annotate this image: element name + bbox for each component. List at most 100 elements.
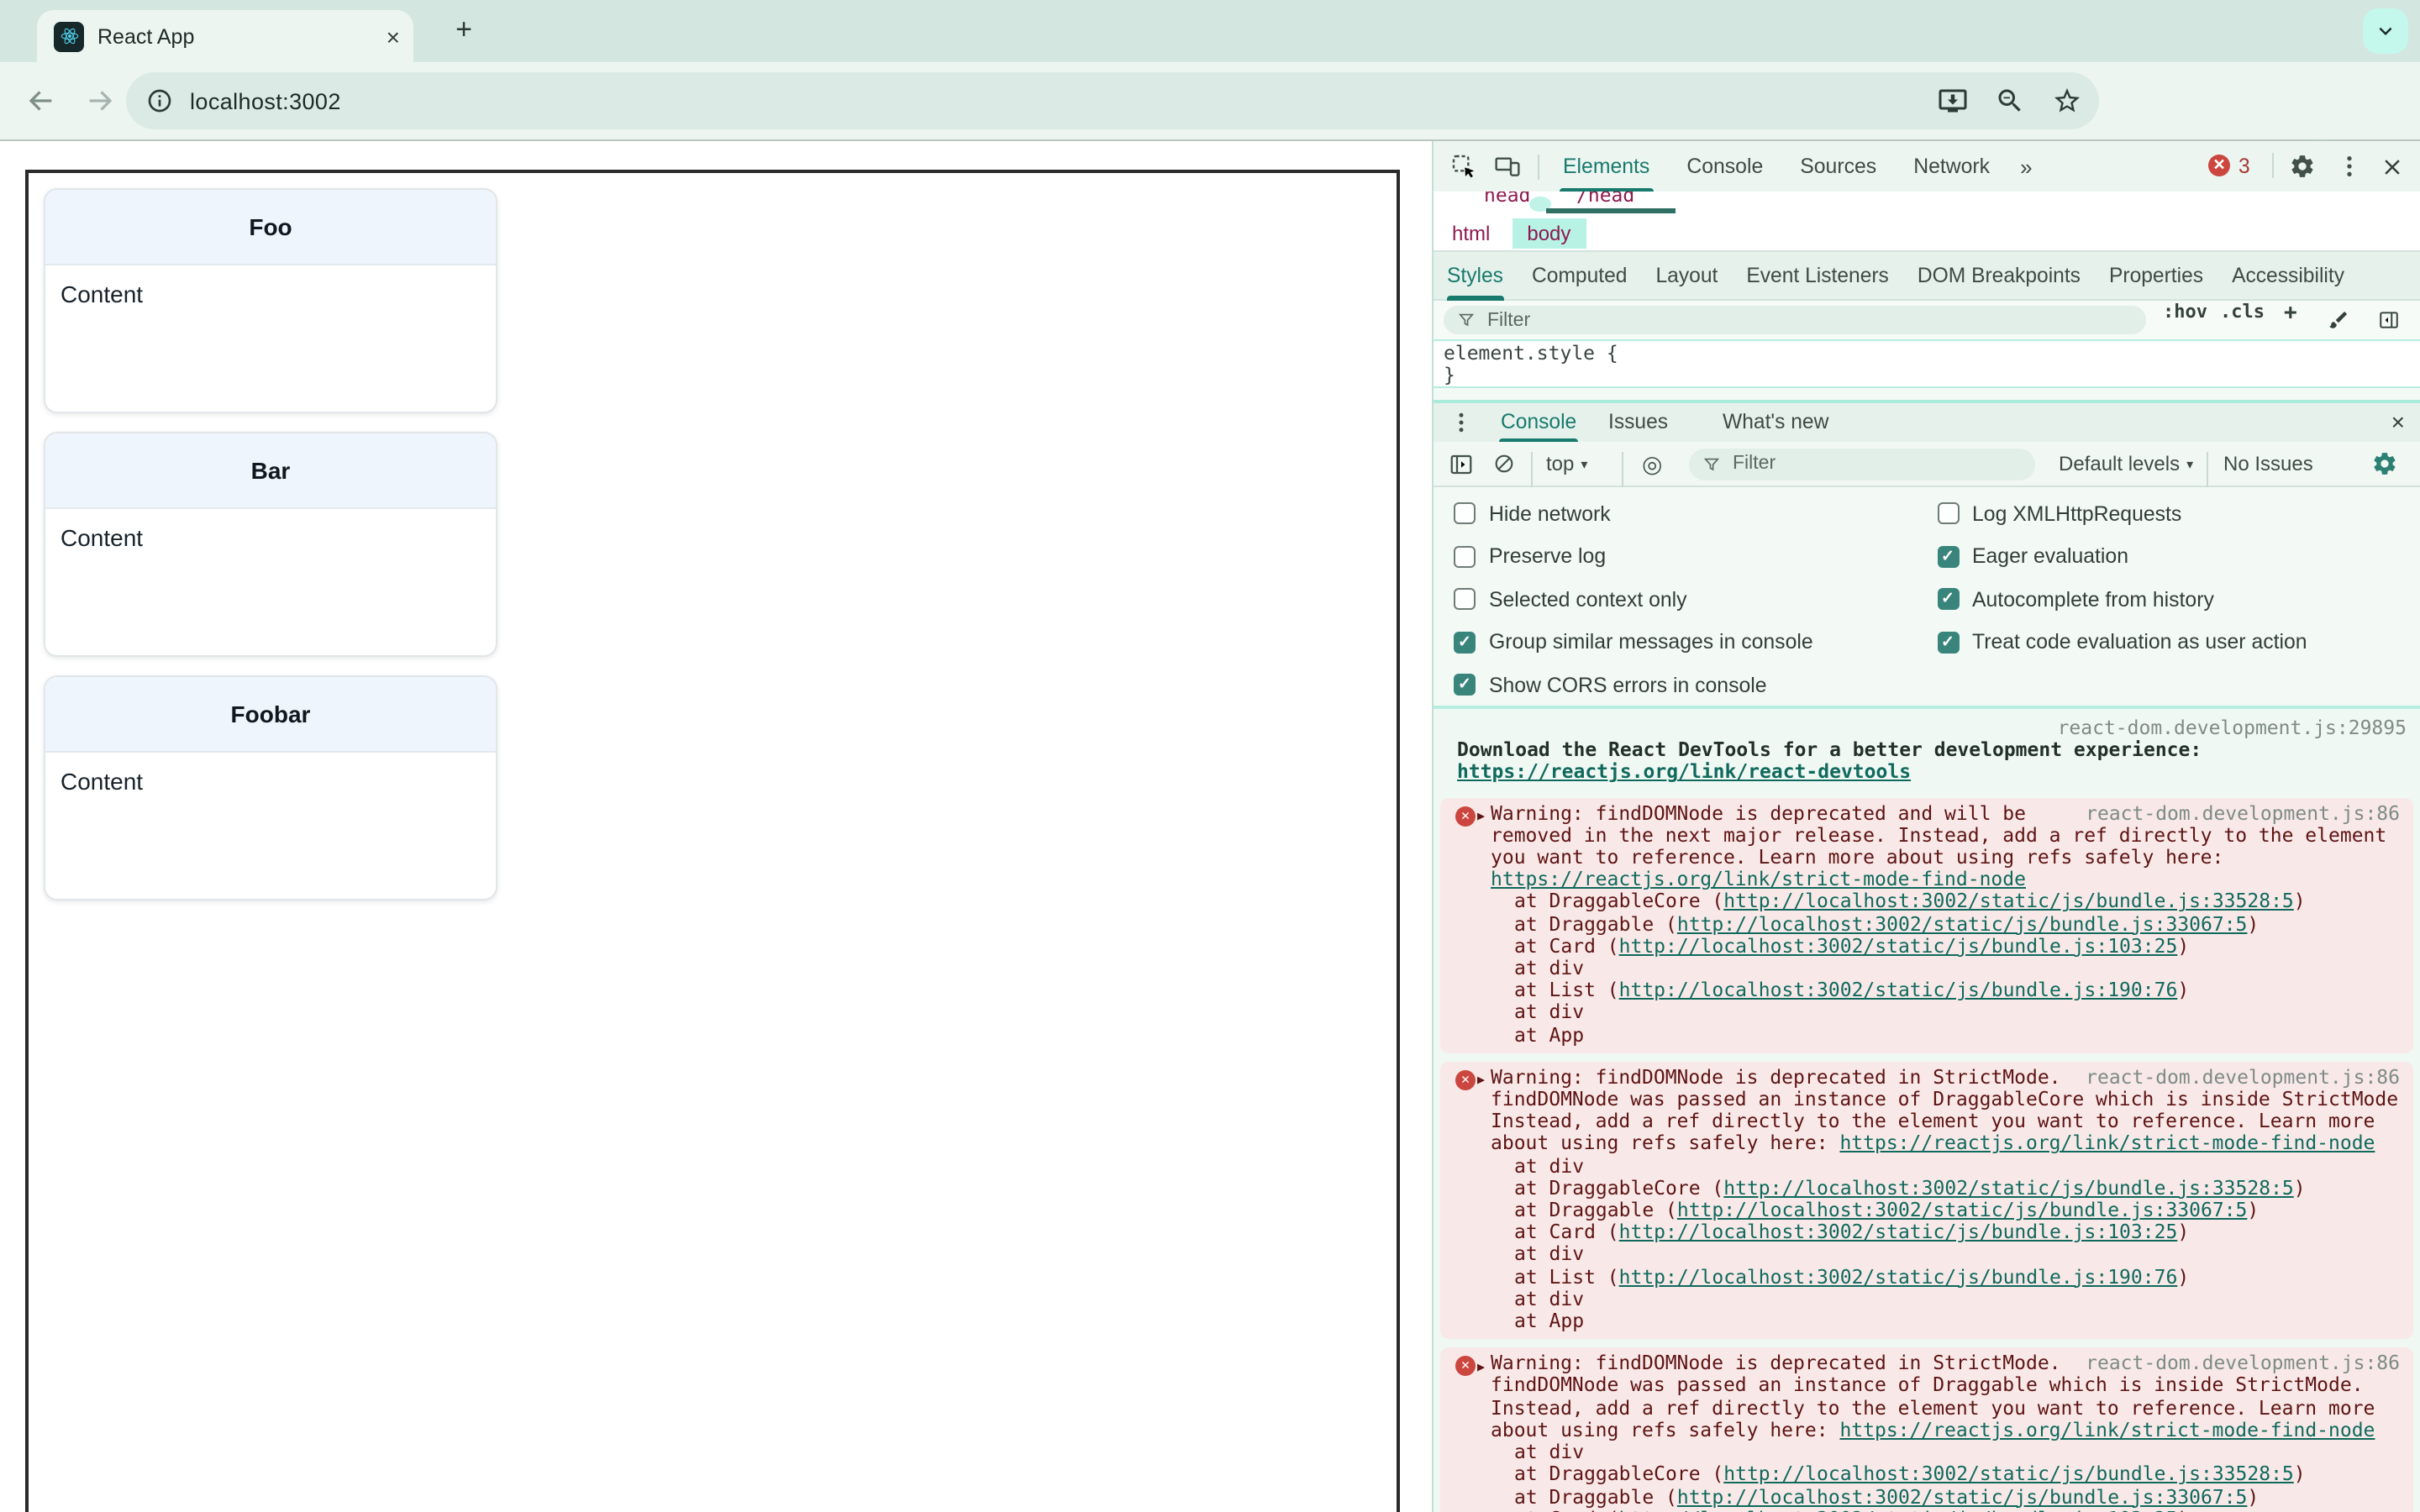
checkbox-checked[interactable]: ✓ bbox=[1454, 674, 1476, 696]
issues-counter[interactable]: No Issues bbox=[2223, 442, 2313, 486]
drawer-tab-issues[interactable]: Issues bbox=[1608, 403, 1668, 442]
checkbox-checked[interactable]: ✓ bbox=[1937, 588, 1959, 611]
context-selector[interactable]: top ▾ bbox=[1546, 442, 1587, 486]
paint-brush-icon[interactable] bbox=[2328, 309, 2349, 331]
log-levels-selector[interactable]: Default levels ▾ bbox=[2059, 442, 2193, 486]
stack-frame-link[interactable]: http://localhost:3002/static/js/bundle.j… bbox=[1677, 1200, 2248, 1221]
live-expression-eye-icon[interactable]: ◎ bbox=[1642, 442, 1662, 486]
styles-tab-properties[interactable]: Properties bbox=[2109, 251, 2203, 300]
message-source-link[interactable]: react-dom.development.js:86 bbox=[2086, 801, 2400, 824]
back-button[interactable] bbox=[24, 84, 57, 118]
drawer-close-icon[interactable]: × bbox=[2391, 408, 2405, 435]
tab-close-icon[interactable]: × bbox=[387, 24, 400, 48]
checkbox-checked[interactable]: ✓ bbox=[1937, 545, 1959, 568]
setting-log-xmlhttprequests[interactable]: Log XMLHttpRequests bbox=[1937, 492, 2420, 535]
browser-tab[interactable]: React App × bbox=[37, 10, 413, 62]
stack-frame-link[interactable]: http://localhost:3002/static/js/bundle.j… bbox=[1619, 936, 2178, 958]
checkbox-unchecked[interactable] bbox=[1454, 545, 1476, 568]
expand-arrow-icon[interactable]: ▶ bbox=[1477, 1069, 1485, 1091]
setting-preserve-log[interactable]: Preserve log bbox=[1454, 535, 1937, 578]
new-style-rule-button[interactable]: + bbox=[2284, 301, 2297, 339]
devtools-tab-console[interactable]: Console bbox=[1686, 141, 1763, 192]
stack-frame-link[interactable]: http://localhost:3002/static/js/bundle.j… bbox=[1723, 1178, 2294, 1200]
stack-frame-link[interactable]: http://localhost:3002/static/js/bundle.j… bbox=[1619, 1508, 2178, 1512]
more-tabs-icon[interactable]: » bbox=[2020, 154, 2032, 179]
setting-show-cors-errors-in-console[interactable]: ✓ Show CORS errors in console bbox=[1454, 664, 1937, 706]
message-link[interactable]: https://reactjs.org/link/strict-mode-fin… bbox=[1839, 1133, 2375, 1155]
console-filter-input[interactable]: Filter bbox=[1689, 448, 2035, 480]
console-sidebar-toggle-icon[interactable] bbox=[1449, 442, 1474, 486]
inspect-element-icon[interactable] bbox=[1450, 153, 1477, 180]
console-warning-entry[interactable]: ✕ ▶ react-dom.development.js:86 Warning: fi… bbox=[1440, 1061, 2413, 1340]
message-link[interactable]: https://reactjs.org/link/strict-mode-fin… bbox=[1839, 1420, 2375, 1441]
card-foo[interactable]: Foo Content bbox=[44, 188, 497, 413]
styles-tab-event-listeners[interactable]: Event Listeners bbox=[1746, 251, 1889, 300]
toggle-hover-state-button[interactable]: :hov bbox=[2163, 301, 2207, 339]
toggle-class-button[interactable]: .cls bbox=[2220, 301, 2265, 339]
devtools-menu-button[interactable] bbox=[2336, 141, 2363, 192]
checkbox-unchecked[interactable] bbox=[1454, 588, 1476, 611]
element-style-open[interactable]: element.style { bbox=[1444, 342, 2420, 365]
styles-tab-computed[interactable]: Computed bbox=[1532, 251, 1628, 300]
console-log-entry[interactable]: react-dom.development.js:29895 Download t… bbox=[1434, 712, 2420, 790]
setting-treat-code-evaluation-as-user-action[interactable]: ✓ Treat code evaluation as user action bbox=[1937, 621, 2420, 664]
error-count[interactable]: 3 bbox=[2238, 141, 2250, 192]
element-style-block[interactable]: element.style { } bbox=[1434, 339, 2420, 388]
setting-autocomplete-from-history[interactable]: ✓ Autocomplete from history bbox=[1937, 578, 2420, 621]
install-app-icon[interactable] bbox=[1938, 86, 1968, 116]
zoom-out-icon[interactable] bbox=[1995, 86, 2025, 116]
styles-tab-styles[interactable]: Styles bbox=[1447, 251, 1503, 300]
message-link[interactable]: https://reactjs.org/link/strict-mode-fin… bbox=[1491, 869, 2026, 890]
setting-eager-evaluation[interactable]: ✓ Eager evaluation bbox=[1937, 535, 2420, 578]
message-source-link[interactable]: react-dom.development.js:86 bbox=[2086, 1065, 2400, 1089]
setting-group-similar-messages-in-console[interactable]: ✓ Group similar messages in console bbox=[1454, 621, 1937, 664]
breadcrumb-body[interactable]: body bbox=[1512, 218, 1586, 248]
devtools-tab-elements[interactable]: Elements bbox=[1560, 141, 1653, 192]
elements-tree-clipped-row[interactable]: head /head bbox=[1434, 192, 2420, 215]
drawer-tab-console[interactable]: Console bbox=[1498, 403, 1579, 442]
message-source-link[interactable]: react-dom.development.js:29895 bbox=[1457, 717, 2407, 739]
card-foobar[interactable]: Foobar Content bbox=[44, 675, 497, 900]
console-settings-button[interactable] bbox=[2371, 442, 2398, 486]
checkbox-checked[interactable]: ✓ bbox=[1454, 631, 1476, 654]
drawer-menu-kebab-icon[interactable] bbox=[1449, 410, 1474, 435]
message-link[interactable]: https://reactjs.org/link/react-devtools bbox=[1457, 762, 1911, 784]
expand-arrow-icon[interactable]: ▶ bbox=[1477, 805, 1485, 827]
checkbox-checked[interactable]: ✓ bbox=[1937, 631, 1959, 654]
stack-frame-link[interactable]: http://localhost:3002/static/js/bundle.j… bbox=[1723, 891, 2294, 913]
checkbox-unchecked[interactable] bbox=[1937, 502, 1959, 525]
styles-tab-layout[interactable]: Layout bbox=[1656, 251, 1718, 300]
console-warning-entry[interactable]: ✕ ▶ react-dom.development.js:86 Warning: fi… bbox=[1440, 797, 2413, 1053]
url-text[interactable]: localhost:3002 bbox=[190, 88, 341, 113]
console-warning-entry[interactable]: ✕ ▶ react-dom.development.js:86 Warning: fi… bbox=[1440, 1347, 2413, 1512]
stack-frame-link[interactable]: http://localhost:3002/static/js/bundle.j… bbox=[1677, 1486, 2248, 1508]
device-toolbar-icon[interactable] bbox=[1494, 153, 1521, 180]
checkbox-unchecked[interactable] bbox=[1454, 502, 1476, 525]
forward-button[interactable] bbox=[84, 84, 118, 118]
card-bar[interactable]: Bar Content bbox=[44, 432, 497, 657]
clear-console-icon[interactable] bbox=[1492, 442, 1516, 486]
tab-strip-chevron-button[interactable] bbox=[2363, 8, 2408, 54]
devtools-tab-sources[interactable]: Sources bbox=[1800, 141, 1876, 192]
stack-frame-link[interactable]: http://localhost:3002/static/js/bundle.j… bbox=[1619, 979, 2178, 1001]
setting-selected-context-only[interactable]: Selected context only bbox=[1454, 578, 1937, 621]
stack-frame-link[interactable]: http://localhost:3002/static/js/bundle.j… bbox=[1677, 913, 2248, 935]
error-badge-icon[interactable]: ✕ bbox=[2208, 155, 2230, 176]
setting-hide-network[interactable]: Hide network bbox=[1454, 492, 1937, 535]
styles-tab-accessibility[interactable]: Accessibility bbox=[2232, 251, 2344, 300]
address-bar[interactable]: localhost:3002 bbox=[126, 72, 2099, 129]
devtools-tab-network[interactable]: Network bbox=[1913, 141, 1990, 192]
styles-filter-input[interactable]: Filter bbox=[1444, 306, 2146, 334]
devtools-settings-button[interactable] bbox=[2289, 141, 2316, 192]
bookmark-star-icon[interactable] bbox=[2052, 86, 2082, 116]
devtools-close-button[interactable] bbox=[2380, 141, 2405, 192]
new-tab-button[interactable]: + bbox=[447, 13, 481, 47]
drawer-tab-what-s-new[interactable]: What's new bbox=[1723, 403, 1828, 442]
styles-tab-dom-breakpoints[interactable]: DOM Breakpoints bbox=[1918, 251, 2081, 300]
panel-toggle-icon[interactable] bbox=[2378, 309, 2400, 331]
expand-arrow-icon[interactable]: ▶ bbox=[1477, 1356, 1485, 1378]
message-source-link[interactable]: react-dom.development.js:86 bbox=[2086, 1352, 2400, 1375]
stack-frame-link[interactable]: http://localhost:3002/static/js/bundle.j… bbox=[1619, 1222, 2178, 1244]
stack-frame-link[interactable]: http://localhost:3002/static/js/bundle.j… bbox=[1723, 1464, 2294, 1486]
site-info-icon[interactable] bbox=[146, 87, 173, 114]
